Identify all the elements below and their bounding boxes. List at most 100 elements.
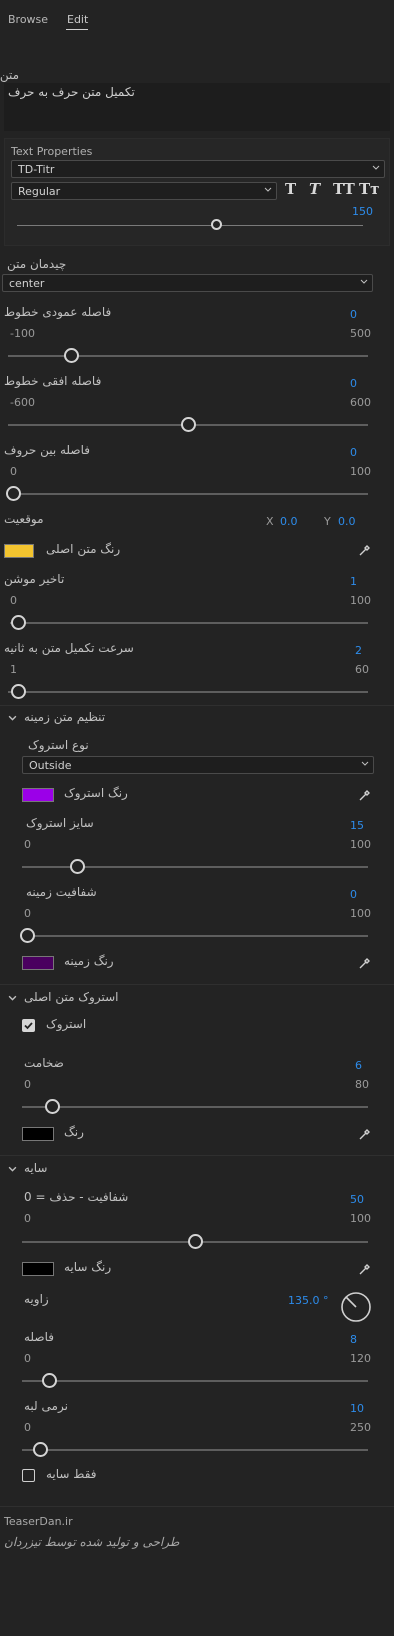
position-x-value[interactable]: 0.0 [280, 515, 298, 528]
eyedropper-icon[interactable] [358, 956, 372, 970]
main-color-swatch[interactable] [4, 544, 34, 558]
italic-style-button[interactable]: T [309, 180, 320, 198]
shadow-color-swatch[interactable] [22, 1262, 54, 1276]
shadow-opacity-value[interactable]: 50 [350, 1193, 364, 1206]
chevron-down-icon[interactable] [8, 1165, 17, 1174]
shadow-softness-value[interactable]: 10 [350, 1402, 364, 1415]
bg-section-title[interactable]: تنظیم متن زمینه [24, 710, 105, 724]
eyedropper-icon[interactable] [358, 1127, 372, 1141]
stroke-size-value[interactable]: 15 [350, 819, 364, 832]
bg-opacity-label: شفافیت زمینه [26, 885, 97, 899]
slider-thumb[interactable] [63, 348, 79, 363]
angle-dial[interactable] [340, 1291, 372, 1323]
chevron-down-icon [361, 761, 369, 766]
slider-thumb[interactable] [11, 684, 27, 699]
bg-opacity-value[interactable]: 0 [350, 888, 357, 901]
letter-spacing-slider[interactable] [0, 486, 394, 502]
line-spacing-v-min: -100 [10, 327, 35, 340]
shadow-only-checkbox[interactable] [22, 1469, 35, 1482]
thickness-max: 80 [355, 1078, 369, 1091]
shadow-opacity-slider[interactable] [0, 1234, 394, 1250]
motion-delay-label: تاخیر موشن [4, 572, 65, 586]
shadow-angle-label: زاویه [24, 1292, 49, 1306]
complete-speed-slider[interactable] [0, 684, 394, 700]
stroke-checkbox[interactable] [22, 1019, 35, 1032]
chevron-down-icon[interactable] [8, 714, 17, 723]
shadow-softness-max: 250 [350, 1421, 371, 1434]
slider-thumb[interactable] [69, 859, 85, 874]
divider [0, 1506, 394, 1507]
bg-opacity-slider[interactable] [0, 928, 394, 944]
line-spacing-h-value[interactable]: 0 [350, 377, 357, 390]
chevron-down-icon[interactable] [8, 994, 17, 1003]
tab-edit[interactable]: Edit [67, 13, 88, 26]
slider-thumb[interactable] [19, 928, 35, 943]
letter-spacing-min: 0 [10, 465, 17, 478]
shadow-opacity-label: شفافیت - حذف = 0 [24, 1190, 129, 1204]
complete-speed-label: سرعت تکمیل متن به ثانیه [4, 641, 134, 655]
tab-browse[interactable]: Browse [8, 13, 48, 26]
stroke-main-color-label: رنگ [64, 1125, 84, 1139]
main-stroke-title[interactable]: استروک متن اصلی [24, 990, 118, 1004]
slider-thumb[interactable] [5, 486, 21, 501]
slider-thumb[interactable] [44, 1099, 60, 1114]
eyedropper-icon[interactable] [358, 788, 372, 802]
font-family-select[interactable]: TD-Titr [11, 160, 385, 178]
font-style-select[interactable]: Regular [11, 182, 277, 200]
slider-thumb[interactable] [10, 615, 26, 630]
all-caps-button[interactable]: TT [333, 180, 355, 198]
line-spacing-h-slider[interactable] [0, 417, 394, 433]
font-size-slider[interactable] [5, 219, 391, 235]
shadow-softness-min: 0 [24, 1421, 31, 1434]
small-caps-button[interactable]: Tт [359, 180, 379, 198]
chevron-down-icon [372, 165, 380, 170]
stroke-size-slider[interactable] [0, 859, 394, 875]
shadow-distance-slider[interactable] [0, 1373, 394, 1389]
alignment-select[interactable]: center [2, 274, 373, 292]
font-size-value[interactable]: 150 [352, 205, 373, 218]
motion-delay-slider[interactable] [0, 615, 394, 631]
line-spacing-v-value[interactable]: 0 [350, 308, 357, 321]
motion-delay-max: 100 [350, 594, 371, 607]
bg-color-swatch[interactable] [22, 956, 54, 970]
alignment-label: چیدمان متن [7, 257, 67, 271]
slider-thumb[interactable] [42, 1373, 57, 1388]
stroke-type-select[interactable]: Outside [22, 756, 374, 774]
thickness-value[interactable]: 6 [355, 1059, 362, 1072]
stroke-main-color-swatch[interactable] [22, 1127, 54, 1141]
eyedropper-icon[interactable] [358, 543, 372, 557]
bold-style-button[interactable]: T [285, 180, 296, 198]
shadow-angle-value[interactable]: 135.0 ° [288, 1294, 329, 1307]
slider-thumb[interactable] [32, 1442, 48, 1457]
shadow-distance-label: فاصله [24, 1330, 54, 1344]
line-spacing-h-max: 600 [350, 396, 371, 409]
slider-track [22, 935, 368, 937]
line-spacing-v-slider[interactable] [0, 348, 394, 364]
text-properties-panel: Text Properties TD-Titr Regular T T TT T… [4, 138, 390, 246]
slider-thumb[interactable] [180, 417, 196, 432]
position-y-value[interactable]: 0.0 [338, 515, 356, 528]
tab-edit-underline [66, 29, 88, 30]
complete-speed-value[interactable]: 2 [355, 644, 362, 657]
slider-thumb[interactable] [211, 219, 223, 230]
letter-spacing-value[interactable]: 0 [350, 446, 357, 459]
slider-thumb[interactable] [187, 1234, 203, 1249]
shadow-softness-slider[interactable] [0, 1442, 394, 1458]
shadow-distance-min: 0 [24, 1352, 31, 1365]
shadow-softness-label: نرمی لبه [24, 1399, 68, 1413]
stroke-color-label: رنگ استروک [64, 786, 128, 800]
shadow-distance-max: 120 [350, 1352, 371, 1365]
stroke-color-swatch[interactable] [22, 788, 54, 802]
footer-site[interactable]: TeaserDan.ir [4, 1515, 73, 1528]
eyedropper-icon[interactable] [358, 1262, 372, 1276]
main-color-label: رنگ متن اصلی [46, 542, 121, 556]
thickness-slider[interactable] [0, 1099, 394, 1115]
letter-spacing-max: 100 [350, 465, 371, 478]
chevron-down-icon [264, 187, 272, 192]
line-spacing-v-max: 500 [350, 327, 371, 340]
text-input[interactable]: تکمیل متن حرف به حرف [4, 83, 390, 131]
shadow-title[interactable]: سایه [24, 1161, 47, 1175]
slider-track [8, 355, 368, 357]
shadow-distance-value[interactable]: 8 [350, 1333, 357, 1346]
motion-delay-value[interactable]: 1 [350, 575, 357, 588]
